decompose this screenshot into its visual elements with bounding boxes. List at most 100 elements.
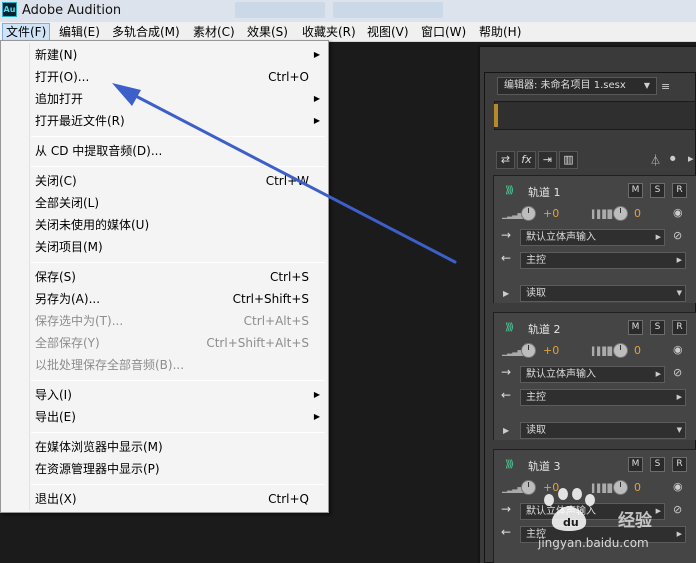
volume-value[interactable]: +0: [543, 344, 559, 357]
mute-button[interactable]: M: [628, 457, 643, 472]
menu-separator: [31, 432, 325, 433]
pan-knob[interactable]: [613, 206, 628, 221]
file-menu-dropdown: 新建(N) ▶ 打开(O)... Ctrl+O 追加打开 ▶ 打开最近文件(R)…: [0, 40, 329, 513]
menu-item-open-recent[interactable]: 打开最近文件(R) ▶: [3, 110, 326, 132]
app-title: Adobe Audition: [22, 3, 122, 18]
stereo-icon[interactable]: ◉: [673, 480, 683, 493]
volume-value[interactable]: +0: [543, 207, 559, 220]
menu-item-exit[interactable]: 退出(X) Ctrl+Q: [3, 488, 326, 510]
phase-icon[interactable]: ⊘: [673, 229, 682, 242]
phase-icon[interactable]: ⊘: [673, 503, 682, 516]
volume-knob[interactable]: [521, 206, 536, 221]
menu-clip[interactable]: 素材(C): [190, 23, 238, 41]
record-button[interactable]: R: [672, 457, 687, 472]
pan-knob[interactable]: [613, 343, 628, 358]
menu-view[interactable]: 视图(V): [364, 23, 412, 41]
volume-knob[interactable]: [521, 343, 536, 358]
stereo-icon[interactable]: ◉: [673, 206, 683, 219]
input-arrow-icon: →: [501, 365, 512, 379]
menu-effects[interactable]: 效果(S): [244, 23, 291, 41]
pan-value[interactable]: 0: [634, 481, 641, 494]
output-arrow-icon: ←: [501, 525, 512, 539]
input-arrow-icon: →: [501, 502, 512, 516]
record-button[interactable]: R: [672, 183, 687, 198]
editor-tab[interactable]: 编辑器: 未命名项目 1.sesx: [497, 77, 657, 95]
output-select[interactable]: 主控 ▶: [520, 389, 686, 406]
input-select[interactable]: 默认立体声输入 ▶: [520, 229, 665, 246]
record-button[interactable]: R: [672, 320, 687, 335]
timeline-overview[interactable]: [494, 101, 696, 130]
chevron-right-icon: ▶: [655, 370, 661, 378]
playhead-marker[interactable]: [494, 104, 498, 127]
panel-menu-icon[interactable]: ≡: [661, 80, 670, 93]
solo-button[interactable]: S: [650, 320, 665, 335]
menu-item-label: 关闭项目(M): [35, 240, 103, 254]
automation-select-value: 读取: [526, 425, 546, 436]
menu-item-label: 退出(X): [35, 492, 77, 506]
solo-button[interactable]: S: [650, 183, 665, 198]
background-window-tab: [333, 2, 443, 18]
mute-button[interactable]: M: [628, 320, 643, 335]
track-name[interactable]: 轨道 3: [528, 458, 561, 474]
menu-item-label: 打开最近文件(R): [35, 114, 125, 128]
menu-item-import[interactable]: 导入(I) ▶: [3, 384, 326, 406]
track-name[interactable]: 轨道 2: [528, 321, 561, 337]
menu-help[interactable]: 帮助(H): [476, 23, 524, 41]
menu-item-open[interactable]: 打开(O)... Ctrl+O: [3, 66, 326, 88]
menu-item-extract-cd[interactable]: 从 CD 中提取音频(D)...: [3, 140, 326, 162]
track-name[interactable]: 轨道 1: [528, 184, 561, 200]
automation-select-value: 读取: [526, 288, 546, 299]
pan-value[interactable]: 0: [634, 207, 641, 220]
menu-item-label: 另存为(A)...: [35, 292, 101, 306]
pan-value[interactable]: 0: [634, 344, 641, 357]
menu-item-save-as[interactable]: 另存为(A)... Ctrl+Shift+S: [3, 288, 326, 310]
metronome-icon[interactable]: ⏃: [650, 152, 661, 168]
record-arm-icon[interactable]: ⏺: [670, 152, 676, 166]
menu-item-label: 追加打开: [35, 92, 84, 106]
send-icon[interactable]: ⇥: [538, 151, 557, 169]
chevron-down-icon[interactable]: ▼: [640, 79, 654, 93]
menu-item-close-all[interactable]: 全部关闭(L): [3, 192, 326, 214]
menu-item-new[interactable]: 新建(N) ▶: [3, 44, 326, 66]
mute-button[interactable]: M: [628, 183, 643, 198]
menu-item-reveal-explorer[interactable]: 在资源管理器中显示(P): [3, 458, 326, 480]
menu-item-save[interactable]: 保存(S) Ctrl+S: [3, 266, 326, 288]
menu-item-close-unused-media[interactable]: 关闭未使用的媒体(U): [3, 214, 326, 236]
menu-item-export[interactable]: 导出(E) ▶: [3, 406, 326, 428]
output-select[interactable]: 主控 ▶: [520, 252, 686, 269]
stereo-icon[interactable]: ◉: [673, 343, 683, 356]
pan-knob[interactable]: [613, 480, 628, 495]
menu-item-close-session[interactable]: 关闭项目(M): [3, 236, 326, 258]
menu-item-append-open[interactable]: 追加打开 ▶: [3, 88, 326, 110]
menu-edit[interactable]: 编辑(E): [56, 23, 103, 41]
submenu-arrow-icon: ▶: [313, 412, 320, 421]
menu-separator: [31, 484, 325, 485]
menu-item-label: 新建(N): [35, 48, 78, 62]
solo-button[interactable]: S: [650, 457, 665, 472]
swap-icon[interactable]: ⇄: [496, 151, 515, 169]
fx-icon[interactable]: fx: [517, 151, 536, 169]
svg-text:du: du: [563, 516, 579, 529]
expand-icon[interactable]: ▶: [503, 289, 509, 298]
output-select-value: 主控: [526, 392, 546, 403]
expand-icon[interactable]: ▶: [503, 426, 509, 435]
automation-select[interactable]: 读取 ▼: [520, 285, 686, 302]
menu-item-reveal-media-browser[interactable]: 在媒体浏览器中显示(M): [3, 436, 326, 458]
eq-icon[interactable]: ▥: [559, 151, 578, 169]
monitor-icon[interactable]: ▸: [688, 152, 694, 165]
menu-item-close[interactable]: 关闭(C) Ctrl+W: [3, 170, 326, 192]
automation-select[interactable]: 读取 ▼: [520, 422, 686, 439]
menu-file[interactable]: 文件(F): [2, 23, 51, 41]
menu-window[interactable]: 窗口(W): [418, 23, 469, 41]
menu-item-label: 全部关闭(L): [35, 196, 100, 210]
title-bar: Au Adobe Audition: [0, 0, 696, 22]
menu-item-label: 导入(I): [35, 388, 72, 402]
input-select[interactable]: 默认立体声输入 ▶: [520, 366, 665, 383]
chevron-right-icon: ▶: [676, 256, 682, 264]
menu-item-label: 以批处理保存全部音频(B)...: [35, 358, 185, 372]
menu-multitrack[interactable]: 多轨合成(M): [109, 23, 183, 41]
output-select-value: 主控: [526, 255, 546, 266]
phase-icon[interactable]: ⊘: [673, 366, 682, 379]
menu-favorites[interactable]: 收藏夹(R): [299, 23, 359, 41]
menu-item-label: 打开(O)...: [35, 70, 90, 84]
